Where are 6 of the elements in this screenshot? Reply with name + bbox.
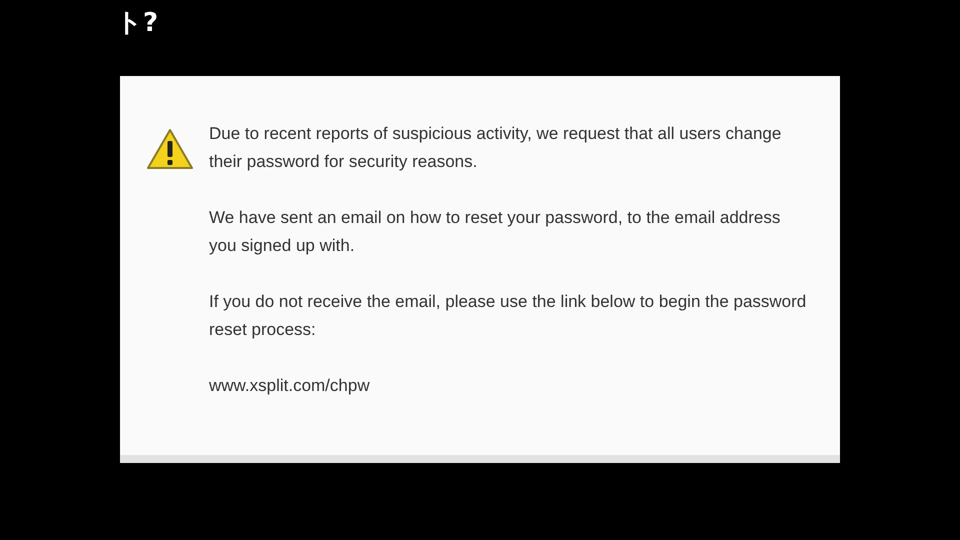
warning-icon	[146, 127, 194, 171]
message-paragraph: Due to recent reports of suspicious activity, we request that all users change their password for security reasons.	[209, 123, 782, 173]
message-paragraph: If you do not receive the email, please use the link below to begin the password reset process:	[209, 291, 808, 341]
heading-fragment: ト?	[116, 7, 158, 40]
message-paragraph: We have sent an email on how to reset your password, to the email address you signed up with.	[209, 207, 782, 257]
reset-link[interactable]: www.xsplit.com/chpw	[209, 372, 370, 400]
